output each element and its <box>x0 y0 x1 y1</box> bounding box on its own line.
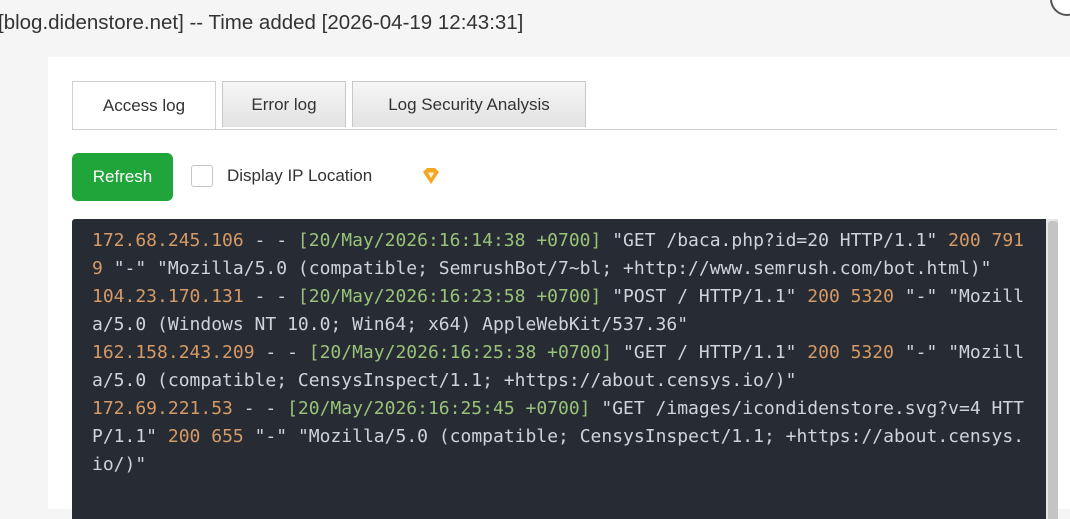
display-ip-location-label[interactable]: Display IP Location <box>227 166 372 186</box>
log-entry: 172.69.221.53 - - [20/May/2026:16:25:45 … <box>92 398 1025 475</box>
tab-label: Error log <box>251 94 317 114</box>
log-status: 200 <box>807 342 840 363</box>
tab-error-log[interactable]: Error log <box>222 81 346 127</box>
log-referer: "-" <box>254 426 288 447</box>
log-request: "GET /baca.php?id=20 HTTP/1.1" <box>612 230 938 251</box>
log-scrollbar-thumb[interactable] <box>1048 221 1058 519</box>
log-date: [20/May/2026:16:23:58 +0700] <box>297 286 602 307</box>
log-size: 655 <box>211 426 244 447</box>
log-viewer[interactable]: 172.68.245.106 - - [20/May/2026:16:14:38… <box>72 219 1058 519</box>
log-panel: Access log Error log Log Security Analys… <box>48 57 1070 519</box>
log-request: "POST / HTTP/1.1" <box>612 286 797 307</box>
log-status: 200 <box>807 286 840 307</box>
log-date: [20/May/2026:16:25:38 +0700] <box>308 342 613 363</box>
log-entry: 172.68.245.106 - - [20/May/2026:16:14:38… <box>92 230 1025 279</box>
log-date: [20/May/2026:16:14:38 +0700] <box>297 230 602 251</box>
log-referer: "-" <box>113 258 147 279</box>
log-request: "GET / HTTP/1.1" <box>623 342 797 363</box>
tab-log-security-analysis[interactable]: Log Security Analysis <box>352 81 586 127</box>
tab-access-log[interactable]: Access log <box>72 81 216 129</box>
dialog-header: [blog.didenstore.net] -- Time added [202… <box>0 0 1070 57</box>
log-date: [20/May/2026:16:25:45 +0700] <box>287 398 591 419</box>
tab-bar: Access log Error log Log Security Analys… <box>72 81 1057 130</box>
diamond-icon <box>423 168 439 184</box>
dialog-title: [blog.didenstore.net] -- Time added [202… <box>0 11 524 34</box>
log-status: 200 <box>948 230 981 251</box>
log-size: 5320 <box>850 286 894 307</box>
log-ip: 104.23.170.131 <box>92 286 244 307</box>
log-toolbar: Refresh Display IP Location <box>72 153 772 201</box>
log-ip: 172.68.245.106 <box>92 230 244 251</box>
log-user-agent: "Mozilla/5.0 (compatible; SemrushBot/7~b… <box>157 258 992 279</box>
log-entry: 162.158.243.209 - - [20/May/2026:16:25:3… <box>92 342 1025 391</box>
display-ip-location-checkbox[interactable] <box>191 165 213 187</box>
log-ip: 162.158.243.209 <box>92 342 255 363</box>
log-entry: 104.23.170.131 - - [20/May/2026:16:23:58… <box>92 286 1025 335</box>
close-button[interactable] <box>1050 0 1070 16</box>
tab-label: Access log <box>102 95 186 115</box>
log-ip: 172.69.221.53 <box>92 398 233 419</box>
log-scrollbar[interactable] <box>1046 219 1058 519</box>
log-referer: "-" <box>904 286 938 307</box>
log-status: 200 <box>167 426 201 447</box>
log-size: 5320 <box>850 342 894 363</box>
log-referer: "-" <box>904 342 938 363</box>
tab-label: Log Security Analysis <box>388 94 550 114</box>
refresh-button[interactable]: Refresh <box>72 153 173 201</box>
log-content: 172.68.245.106 - - [20/May/2026:16:14:38… <box>92 227 1027 479</box>
